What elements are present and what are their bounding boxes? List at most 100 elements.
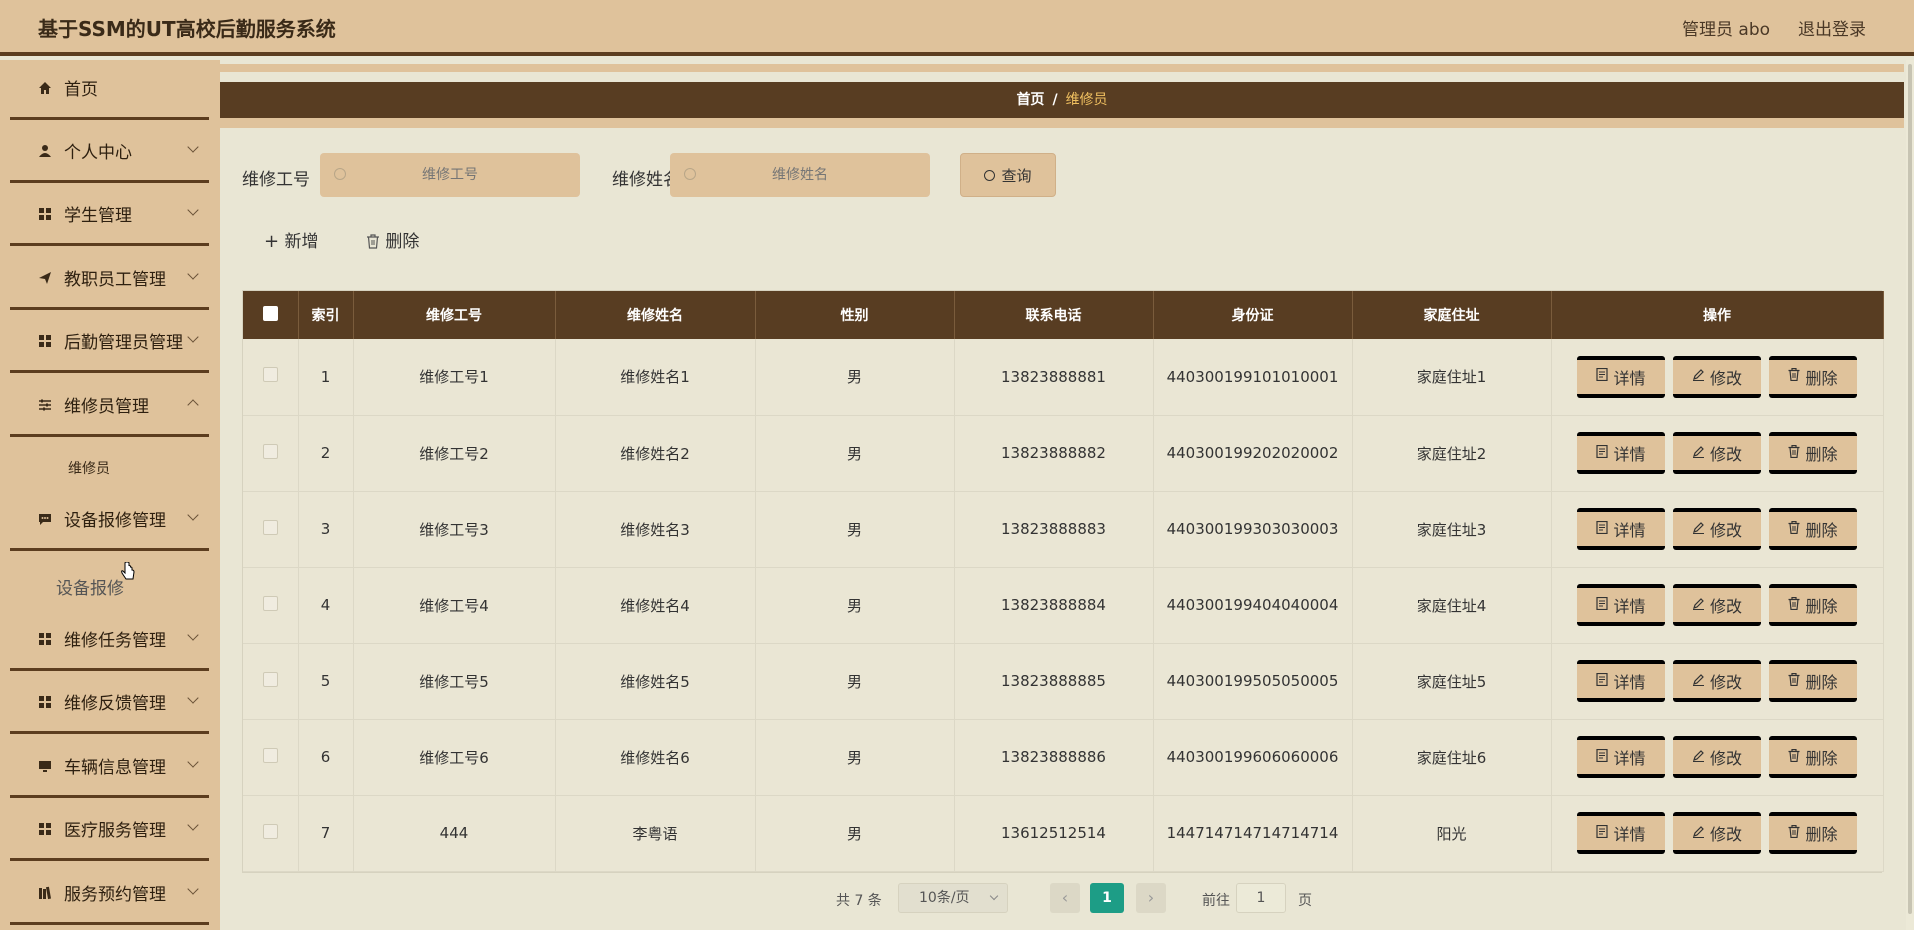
- row-select-cell[interactable]: [243, 491, 299, 568]
- select-all-checkbox[interactable]: [262, 305, 278, 321]
- delete-button[interactable]: 删除: [1769, 584, 1857, 626]
- user-icon: [38, 144, 52, 158]
- delete-button[interactable]: 删除: [1769, 812, 1857, 854]
- column-header: 操作: [1551, 291, 1884, 339]
- detail-button[interactable]: 详情: [1577, 508, 1665, 550]
- sidebar-item-label: 学生管理: [64, 206, 132, 226]
- delete-button[interactable]: 删除: [1769, 660, 1857, 702]
- edit-button[interactable]: 修改: [1673, 584, 1761, 626]
- batch-delete-button[interactable]: 删除: [366, 227, 419, 252]
- app-title: 基于SSM的UT高校后勤服务系统: [38, 17, 336, 41]
- breadcrumb-underline: [220, 118, 1904, 128]
- trash-icon: [1788, 672, 1800, 690]
- repair-id-cell: 维修工号1: [353, 339, 556, 416]
- column-header: 维修姓名: [555, 291, 756, 339]
- select-all-cell[interactable]: [243, 291, 299, 339]
- sidebar-subitem-repairman[interactable]: 维修员: [68, 458, 110, 478]
- scrollbar-thumb[interactable]: [1908, 64, 1912, 914]
- sidebar-item-students[interactable]: 学生管理: [10, 184, 209, 246]
- delete-button-label: 删除: [1805, 445, 1838, 464]
- query-button[interactable]: 查询: [960, 153, 1056, 197]
- sidebar-item-label: 后勤管理员管理: [64, 333, 183, 353]
- sliders-icon: [38, 398, 52, 412]
- edit-button[interactable]: 修改: [1673, 508, 1761, 550]
- row-select-cell[interactable]: [243, 415, 299, 492]
- edit-button[interactable]: 修改: [1673, 736, 1761, 778]
- operations-cell: 详情 修改 删除: [1551, 643, 1884, 720]
- column-header: 身份证: [1153, 291, 1353, 339]
- row-checkbox[interactable]: [262, 747, 278, 763]
- breadcrumb-home[interactable]: 首页: [1016, 92, 1044, 108]
- row-select-cell[interactable]: [243, 339, 299, 416]
- top-strip: [220, 64, 1904, 72]
- chevron-down-icon: [187, 692, 199, 704]
- delete-button[interactable]: 删除: [1769, 355, 1857, 398]
- sidebar-subitem-equipment-repair[interactable]: 设备报修: [56, 574, 124, 599]
- operations-cell: 详情 修改 删除: [1551, 567, 1884, 644]
- pencil-icon: [1692, 673, 1705, 690]
- phone-cell: 13823888885: [954, 643, 1154, 720]
- page-number-current[interactable]: 1: [1090, 883, 1124, 913]
- grid-icon: [38, 632, 52, 646]
- column-header: 联系电话: [954, 291, 1154, 339]
- table-row: 2 维修工号2 维修姓名2 男 13823888882 44030019920202000…: [243, 415, 1884, 492]
- detail-button[interactable]: 详情: [1577, 432, 1665, 474]
- row-select-cell[interactable]: [243, 643, 299, 720]
- delete-button[interactable]: 删除: [1769, 736, 1857, 778]
- page-size-select[interactable]: 10条/页: [898, 883, 1008, 913]
- batch-delete-label: 删除: [385, 232, 420, 252]
- logout-link[interactable]: 退出登录: [1798, 15, 1866, 40]
- column-header: 维修工号: [353, 291, 556, 339]
- row-checkbox[interactable]: [262, 443, 278, 459]
- detail-button[interactable]: 详情: [1577, 812, 1665, 854]
- row-checkbox[interactable]: [262, 595, 278, 611]
- edit-button[interactable]: 修改: [1673, 355, 1761, 398]
- repair-name-input[interactable]: [670, 153, 930, 197]
- column-header: 索引: [298, 291, 354, 339]
- delete-button[interactable]: 删除: [1769, 432, 1857, 474]
- row-select-cell[interactable]: [243, 567, 299, 644]
- address-cell: 家庭住址4: [1352, 567, 1552, 644]
- id-card-cell: 144714714714714714: [1153, 795, 1353, 872]
- add-button[interactable]: + 新增: [264, 227, 319, 252]
- sidebar-item-repairmen[interactable]: 维修员管理: [10, 375, 209, 437]
- query-button-label: 查询: [1001, 166, 1032, 185]
- detail-button[interactable]: 详情: [1577, 584, 1665, 626]
- edit-button[interactable]: 修改: [1673, 432, 1761, 474]
- table-row: 6 维修工号6 维修姓名6 男 13823888886 44030019960606000…: [243, 719, 1884, 796]
- row-select-cell[interactable]: [243, 795, 299, 872]
- sidebar-item-vehicles[interactable]: 车辆信息管理: [10, 736, 209, 798]
- goto-page-input[interactable]: 1: [1236, 883, 1286, 913]
- next-page-button[interactable]: ›: [1136, 883, 1166, 913]
- sidebar-item-service-booking[interactable]: 服务预约管理: [10, 863, 209, 925]
- address-cell: 家庭住址5: [1352, 643, 1552, 720]
- sidebar-item-repair-feedback[interactable]: 维修反馈管理: [10, 672, 209, 734]
- row-checkbox[interactable]: [262, 367, 278, 383]
- sidebar-item-personal-center[interactable]: 个人中心: [10, 121, 209, 183]
- sidebar-item-equipment-repair[interactable]: 设备报修管理: [10, 489, 209, 551]
- delete-button-label: 删除: [1805, 368, 1838, 388]
- row-select-cell[interactable]: [243, 719, 299, 796]
- delete-button[interactable]: 删除: [1769, 508, 1857, 550]
- edit-button[interactable]: 修改: [1673, 660, 1761, 702]
- sidebar-item-medical[interactable]: 医疗服务管理: [10, 799, 209, 861]
- prev-page-button[interactable]: ‹: [1050, 883, 1080, 913]
- sidebar-item-home[interactable]: 首页: [10, 60, 209, 120]
- gender-cell: 男: [755, 643, 955, 720]
- detail-button[interactable]: 详情: [1577, 355, 1665, 398]
- sidebar-item-repair-tasks[interactable]: 维修任务管理: [10, 609, 209, 671]
- row-checkbox[interactable]: [262, 671, 278, 687]
- row-checkbox[interactable]: [262, 823, 278, 839]
- sidebar-item-staff[interactable]: 教职员工管理: [10, 248, 209, 310]
- total-count: 共 7 条: [836, 893, 882, 909]
- repair-id-input[interactable]: [320, 153, 580, 197]
- row-checkbox[interactable]: [262, 519, 278, 535]
- edit-button[interactable]: 修改: [1673, 812, 1761, 854]
- detail-button[interactable]: 详情: [1577, 660, 1665, 702]
- detail-button-label: 详情: [1613, 445, 1646, 464]
- sidebar-item-logistics-admins[interactable]: 后勤管理员管理: [10, 311, 209, 373]
- detail-button[interactable]: 详情: [1577, 736, 1665, 778]
- pencil-icon: [1692, 749, 1705, 766]
- detail-button-label: 详情: [1613, 521, 1646, 540]
- trash-icon: [1788, 520, 1800, 538]
